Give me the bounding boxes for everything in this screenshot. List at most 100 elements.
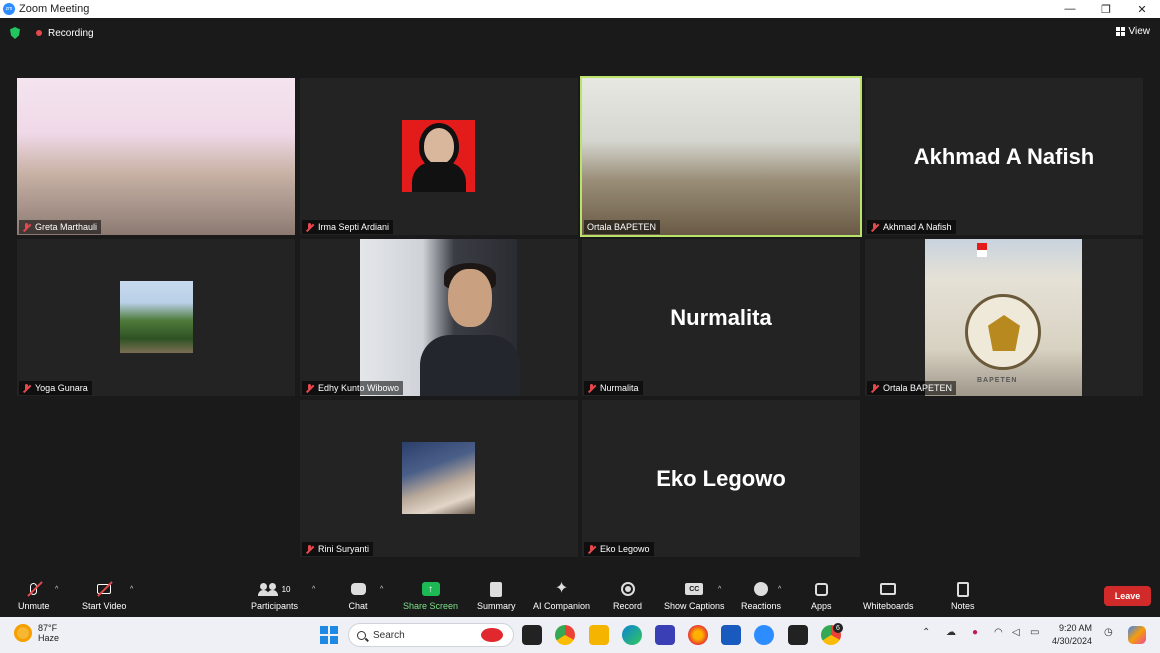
video-feed: [17, 78, 295, 235]
video-tile-edhy[interactable]: Edhy Kunto Wibowo: [300, 239, 578, 396]
muted-mic-icon: [305, 383, 314, 393]
muted-mic-icon: [305, 222, 314, 232]
whiteboards-button[interactable]: Whiteboards: [863, 580, 914, 611]
unmute-button[interactable]: Unmute: [18, 580, 50, 611]
video-tile-irma[interactable]: Irma Septi Ardiani: [300, 78, 578, 235]
participant-display-name: Nurmalita: [670, 304, 772, 330]
participant-name-tag: Rini Suryanti: [302, 542, 374, 556]
profile-picture: [360, 239, 520, 396]
profile-picture: BAPETEN: [925, 239, 1082, 396]
participant-display-name: Akhmad A Nafish: [913, 143, 1095, 169]
sticky-notes-icon[interactable]: [788, 625, 808, 645]
video-tile-ortala[interactable]: BAPETEN Ortala BAPETEN: [865, 239, 1143, 396]
notifications-icon[interactable]: ◷: [1104, 627, 1113, 638]
participant-name: Ortala BAPETEN: [587, 222, 657, 232]
chrome-icon[interactable]: [555, 625, 575, 645]
security-shield-icon[interactable]: [10, 27, 20, 39]
captions-options-caret-icon[interactable]: ^: [718, 586, 721, 593]
share-screen-button[interactable]: ↑ Share Screen: [403, 580, 458, 611]
profile-picture: [120, 281, 193, 353]
linear-app-icon[interactable]: [655, 625, 675, 645]
system-clock[interactable]: 9:20 AM 4/30/2024: [1052, 622, 1092, 648]
edge-icon[interactable]: [622, 625, 642, 645]
participant-name: Akhmad A Nafish: [883, 222, 952, 232]
wifi-icon[interactable]: ◠: [994, 627, 1003, 638]
copilot-icon[interactable]: [1128, 626, 1146, 644]
muted-mic-icon: [305, 544, 314, 554]
reactions-icon: [754, 582, 769, 596]
muted-mic-icon: [22, 383, 31, 393]
window-titlebar: zm Zoom Meeting — ❐ ✕: [0, 0, 1160, 18]
video-tile-akhmad[interactable]: Akhmad A Nafish Akhmad A Nafish: [865, 78, 1143, 235]
muted-mic-icon: [587, 544, 596, 554]
participant-name-tag: Eko Legowo: [584, 542, 654, 556]
video-tile-eko[interactable]: Eko Legowo Eko Legowo: [582, 400, 860, 557]
word-icon[interactable]: [721, 625, 741, 645]
participant-name: Eko Legowo: [600, 544, 650, 554]
view-label: View: [1128, 26, 1151, 37]
video-options-caret-icon[interactable]: ^: [130, 586, 133, 593]
ai-companion-button[interactable]: ✦ AI Companion: [533, 580, 590, 612]
apps-button[interactable]: Apps: [811, 580, 832, 611]
reactions-options-caret-icon[interactable]: ^: [778, 586, 781, 593]
start-menu-icon[interactable]: [320, 626, 338, 644]
notes-button[interactable]: Notes: [951, 580, 975, 611]
garuda-seal-icon: [965, 294, 1041, 370]
taskbar-search[interactable]: Search: [348, 623, 514, 647]
audio-options-caret-icon[interactable]: ^: [55, 586, 58, 593]
chat-options-caret-icon[interactable]: ^: [380, 586, 383, 593]
temperature: 87°F: [38, 623, 58, 633]
captions-icon: CC: [685, 583, 704, 595]
video-tile-nurmalita[interactable]: Nurmalita Nurmalita: [582, 239, 860, 396]
participant-name: Rini Suryanti: [318, 544, 370, 554]
summary-button[interactable]: Summary: [477, 580, 516, 611]
firefox-icon[interactable]: [688, 625, 708, 645]
meeting-topbar: Recording View: [0, 18, 1160, 48]
notification-badge: 6: [833, 623, 843, 633]
logo-text: BAPETEN: [977, 377, 1018, 384]
participant-name: Ortala BAPETEN: [883, 383, 953, 393]
restore-button[interactable]: ❐: [1088, 0, 1124, 18]
file-explorer-icon[interactable]: [589, 625, 609, 645]
zoom-logo-icon: zm: [3, 3, 15, 15]
task-view-icon[interactable]: [522, 625, 542, 645]
meeting-toolbar: Unmute ^ Start Video ^ 10 Participants ^…: [0, 572, 1160, 617]
participants-button[interactable]: 10 Participants: [251, 580, 298, 611]
minimize-button[interactable]: —: [1052, 0, 1088, 18]
search-highlight-icon: [481, 628, 503, 642]
video-tile-rini[interactable]: Rini Suryanti: [300, 400, 578, 557]
muted-mic-icon: [870, 222, 879, 232]
view-button[interactable]: View: [1115, 26, 1151, 37]
start-video-button[interactable]: Start Video: [82, 580, 126, 611]
whiteboard-icon: [880, 583, 897, 595]
participant-name-tag: Greta Marthauli: [19, 220, 102, 234]
participants-options-caret-icon[interactable]: ^: [312, 586, 315, 593]
participant-name-tag: Akhmad A Nafish: [867, 220, 956, 234]
leave-button[interactable]: Leave: [1104, 586, 1151, 606]
close-button[interactable]: ✕: [1124, 0, 1160, 18]
notes-icon: [956, 581, 969, 597]
window-title: Zoom Meeting: [19, 3, 90, 15]
zoom-taskbar-icon[interactable]: [754, 625, 774, 645]
video-tile-yoga[interactable]: Yoga Gunara: [17, 239, 295, 396]
apps-icon: [814, 582, 828, 596]
video-tile-greta[interactable]: Greta Marthauli: [17, 78, 295, 235]
record-icon: [620, 582, 635, 596]
participant-count: 10: [281, 584, 291, 594]
battery-icon[interactable]: ▭: [1030, 627, 1039, 638]
reactions-button[interactable]: Reactions: [741, 580, 781, 611]
record-button[interactable]: Record: [613, 580, 642, 611]
microphone-tray-icon[interactable]: ●: [972, 627, 978, 638]
participant-name: Yoga Gunara: [35, 383, 88, 393]
show-hidden-icons-chevron-icon[interactable]: ⌃: [922, 627, 930, 638]
onedrive-icon[interactable]: ☁: [946, 627, 956, 638]
grid-view-icon: [1115, 27, 1125, 36]
video-tile-ortala-active[interactable]: Ortala BAPETEN: [580, 76, 862, 237]
participant-name-tag: Edhy Kunto Wibowo: [302, 381, 404, 395]
show-captions-button[interactable]: CC Show Captions: [664, 580, 725, 611]
weather-widget[interactable]: 87°F Haze: [14, 623, 59, 643]
chat-button[interactable]: Chat: [348, 580, 368, 611]
volume-icon[interactable]: ◁: [1012, 627, 1020, 638]
participant-display-name: Eko Legowo: [656, 465, 786, 491]
muted-mic-icon: [870, 383, 879, 393]
